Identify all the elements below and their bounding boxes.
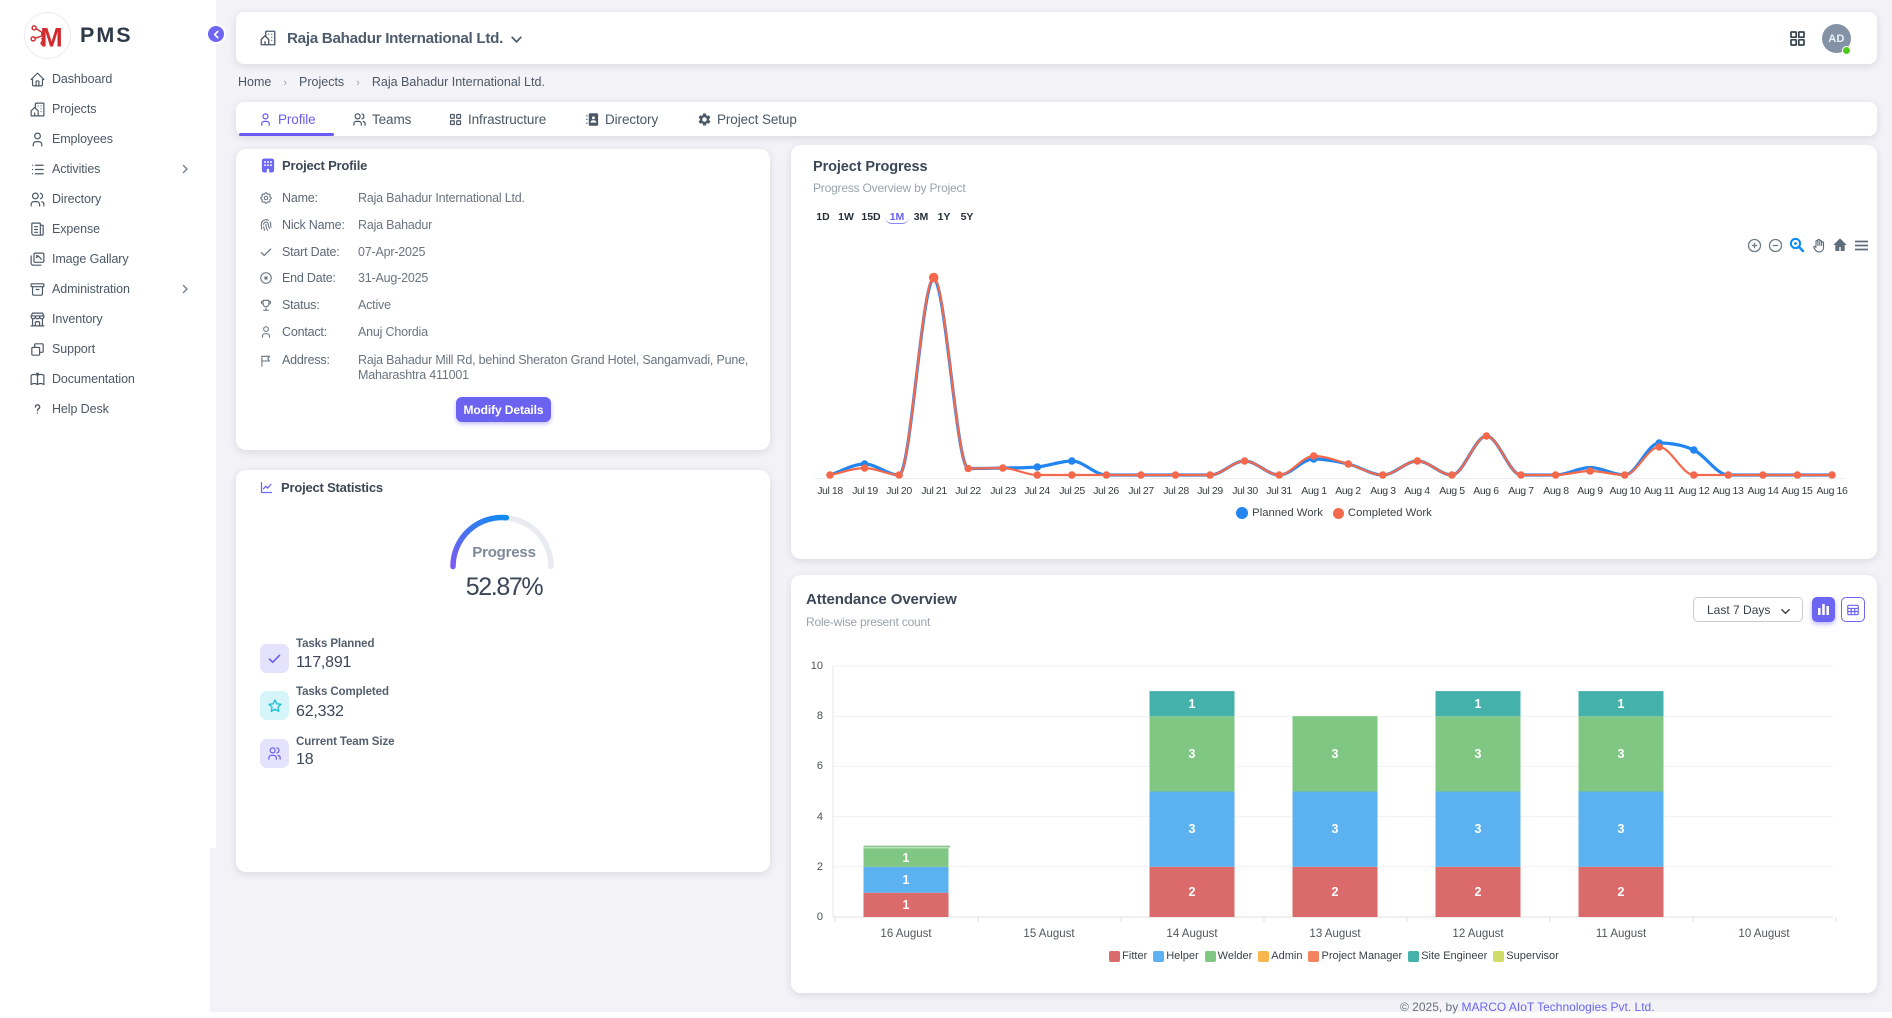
svg-text:M: M (40, 23, 61, 53)
